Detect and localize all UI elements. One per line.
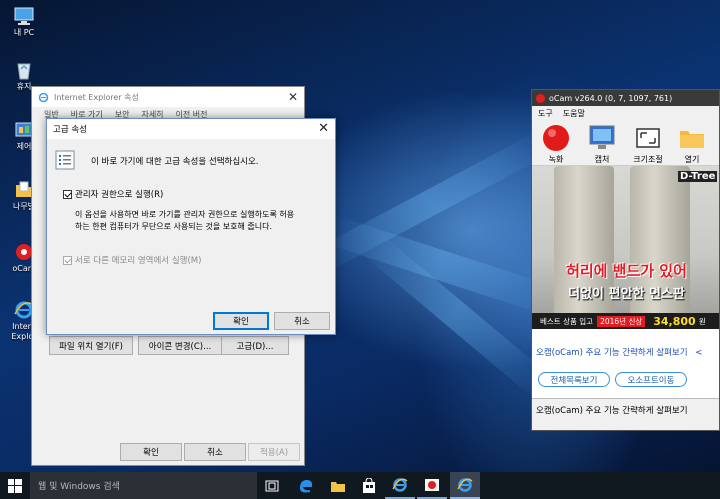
- ad-bar-text: 베스트 상품 입고: [540, 316, 594, 326]
- taskbar-search-box[interactable]: 웹 및 Windows 검색: [30, 472, 257, 499]
- taskbar-file-explorer[interactable]: [323, 472, 353, 499]
- ad-price-unit: 원: [698, 316, 706, 326]
- resize-icon: [636, 128, 660, 148]
- checkbox-box[interactable]: [63, 255, 72, 265]
- separate-memory-checkbox[interactable]: 서로 다른 메모리 영역에서 실행(M): [63, 254, 201, 266]
- ocam-logo-icon: [536, 93, 545, 103]
- ad-price: 34,800: [653, 314, 696, 328]
- taskbar-ocam[interactable]: [417, 472, 447, 499]
- list-properties-icon: [55, 150, 75, 170]
- taskbar-edge[interactable]: [291, 472, 321, 499]
- advanced-dialog-title: 고급 속성: [53, 125, 87, 135]
- ad-new-badge: 2016년 신상: [597, 315, 646, 327]
- file-explorer-icon: [331, 481, 345, 492]
- menu-help[interactable]: 도움말: [563, 108, 585, 119]
- internet-explorer-icon: [392, 477, 408, 492]
- separate-memory-label: 서로 다른 메모리 영역에서 실행(M): [75, 256, 202, 266]
- ad-headline-2: 더없이 편안한 면스판: [568, 287, 685, 302]
- search-placeholder: 웹 및 Windows 검색: [38, 482, 120, 492]
- advanced-properties-dialog: 고급 속성 ✕ 이 바로 가기에 대한 고급 속성을 선택하십시오. 관리자 권…: [46, 118, 336, 335]
- record-button[interactable]: 녹화: [536, 123, 576, 165]
- ocam-menubar: 도구 도움말: [532, 106, 719, 121]
- ocam-titlebar[interactable]: oCam v264.0 (0, 7, 1097, 761): [532, 90, 719, 106]
- ocam-title: oCam v264.0 (0, 7, 1097, 761): [549, 93, 673, 103]
- ocam-ad-banner[interactable]: D-Tree 허리에 밴드가 있어 더없이 편안한 면스판 베스트 상품 입고 …: [532, 166, 719, 329]
- task-view-icon: [265, 480, 279, 491]
- advanced-intro-text: 이 바로 가기에 대한 고급 속성을 선택하십시오.: [91, 157, 259, 167]
- apply-button[interactable]: 적용(A): [248, 443, 300, 461]
- ad-headline-1: 허리에 밴드가 있어: [566, 262, 687, 280]
- internet-explorer-icon: [38, 92, 49, 102]
- ocam-window: oCam v264.0 (0, 7, 1097, 761) 도구 도움말 녹화 …: [531, 89, 720, 431]
- record-icon: [543, 125, 569, 151]
- advanced-dialog-titlebar[interactable]: 고급 속성: [47, 119, 335, 139]
- computer-icon: [14, 7, 34, 25]
- close-icon[interactable]: ✕: [318, 121, 329, 136]
- taskbar-internet-explorer-active[interactable]: [450, 472, 480, 499]
- desktop-icon-my-pc[interactable]: 내 PC: [2, 6, 46, 38]
- capture-button[interactable]: 캡처: [582, 123, 622, 165]
- ocam-link-more: <: [695, 348, 703, 358]
- cancel-button[interactable]: 취소: [184, 443, 246, 461]
- monitor-icon: [589, 125, 615, 149]
- taskbar-internet-explorer[interactable]: [385, 472, 415, 499]
- task-view-button[interactable]: [257, 472, 287, 499]
- windows-logo-icon: [8, 478, 22, 493]
- advanced-ok-button[interactable]: 확인: [213, 312, 269, 330]
- ocam-toolbar: 녹화 캡처 크기조절 열기: [532, 121, 719, 166]
- open-button[interactable]: 열기: [672, 123, 712, 165]
- run-as-admin-label: 관리자 권한으로 실행(R): [75, 190, 164, 200]
- recycle-bin-icon: [17, 63, 31, 80]
- ok-button[interactable]: 확인: [120, 443, 182, 461]
- ocam-status-area: 오캠(oCam) 주요 기능 간략하게 살펴보기: [532, 398, 719, 430]
- go-osoft-button[interactable]: 오소프트이동: [615, 372, 687, 387]
- ocam-taskbar-icon: [425, 478, 439, 491]
- start-button[interactable]: [0, 472, 30, 499]
- view-all-list-button[interactable]: 전체목록보기: [538, 372, 610, 387]
- open-file-location-button[interactable]: 파일 위치 열기(F): [49, 336, 133, 355]
- run-as-admin-description: 이 옵션을 사용하면 바로 가기를 관리자 권한으로 실행하도록 허용하는 한편…: [75, 210, 295, 231]
- edge-icon: [300, 479, 313, 492]
- checkbox-box[interactable]: [63, 189, 72, 199]
- advanced-button[interactable]: 고급(D)...: [221, 336, 289, 355]
- desktop: 내 PC 휴지 제어 나무발 oCam Intern Explor Intern…: [0, 0, 720, 472]
- ie-properties-titlebar[interactable]: Internet Explorer 속성: [32, 87, 304, 107]
- taskbar: 웹 및 Windows 검색: [0, 472, 720, 499]
- ocam-status-text: 오캠(oCam) 주요 기능 간략하게 살펴보기: [536, 406, 688, 416]
- close-icon[interactable]: ✕: [288, 90, 298, 104]
- menu-tools[interactable]: 도구: [538, 108, 553, 119]
- internet-explorer-active-icon: [457, 477, 473, 492]
- ie-properties-title: Internet Explorer 속성: [54, 92, 139, 102]
- folder-icon: [680, 131, 704, 148]
- taskbar-store[interactable]: [354, 472, 384, 499]
- run-as-admin-checkbox[interactable]: 관리자 권한으로 실행(R): [63, 188, 163, 200]
- change-icon-button[interactable]: 아이콘 변경(C)...: [138, 336, 222, 355]
- ad-price-bar: 베스트 상품 입고 2016년 신상 34,800 원: [532, 313, 719, 329]
- resize-button[interactable]: 크기조절: [628, 123, 668, 165]
- ocam-feature-link[interactable]: 오캠(oCam) 주요 기능 간략하게 살펴보기 <: [536, 346, 702, 358]
- ad-brand-logo: D-Tree: [678, 171, 718, 182]
- store-icon: [363, 477, 375, 493]
- advanced-cancel-button[interactable]: 취소: [274, 312, 330, 330]
- ocam-feature-link-text: 오캠(oCam) 주요 기능 간략하게 살펴보기: [536, 348, 688, 358]
